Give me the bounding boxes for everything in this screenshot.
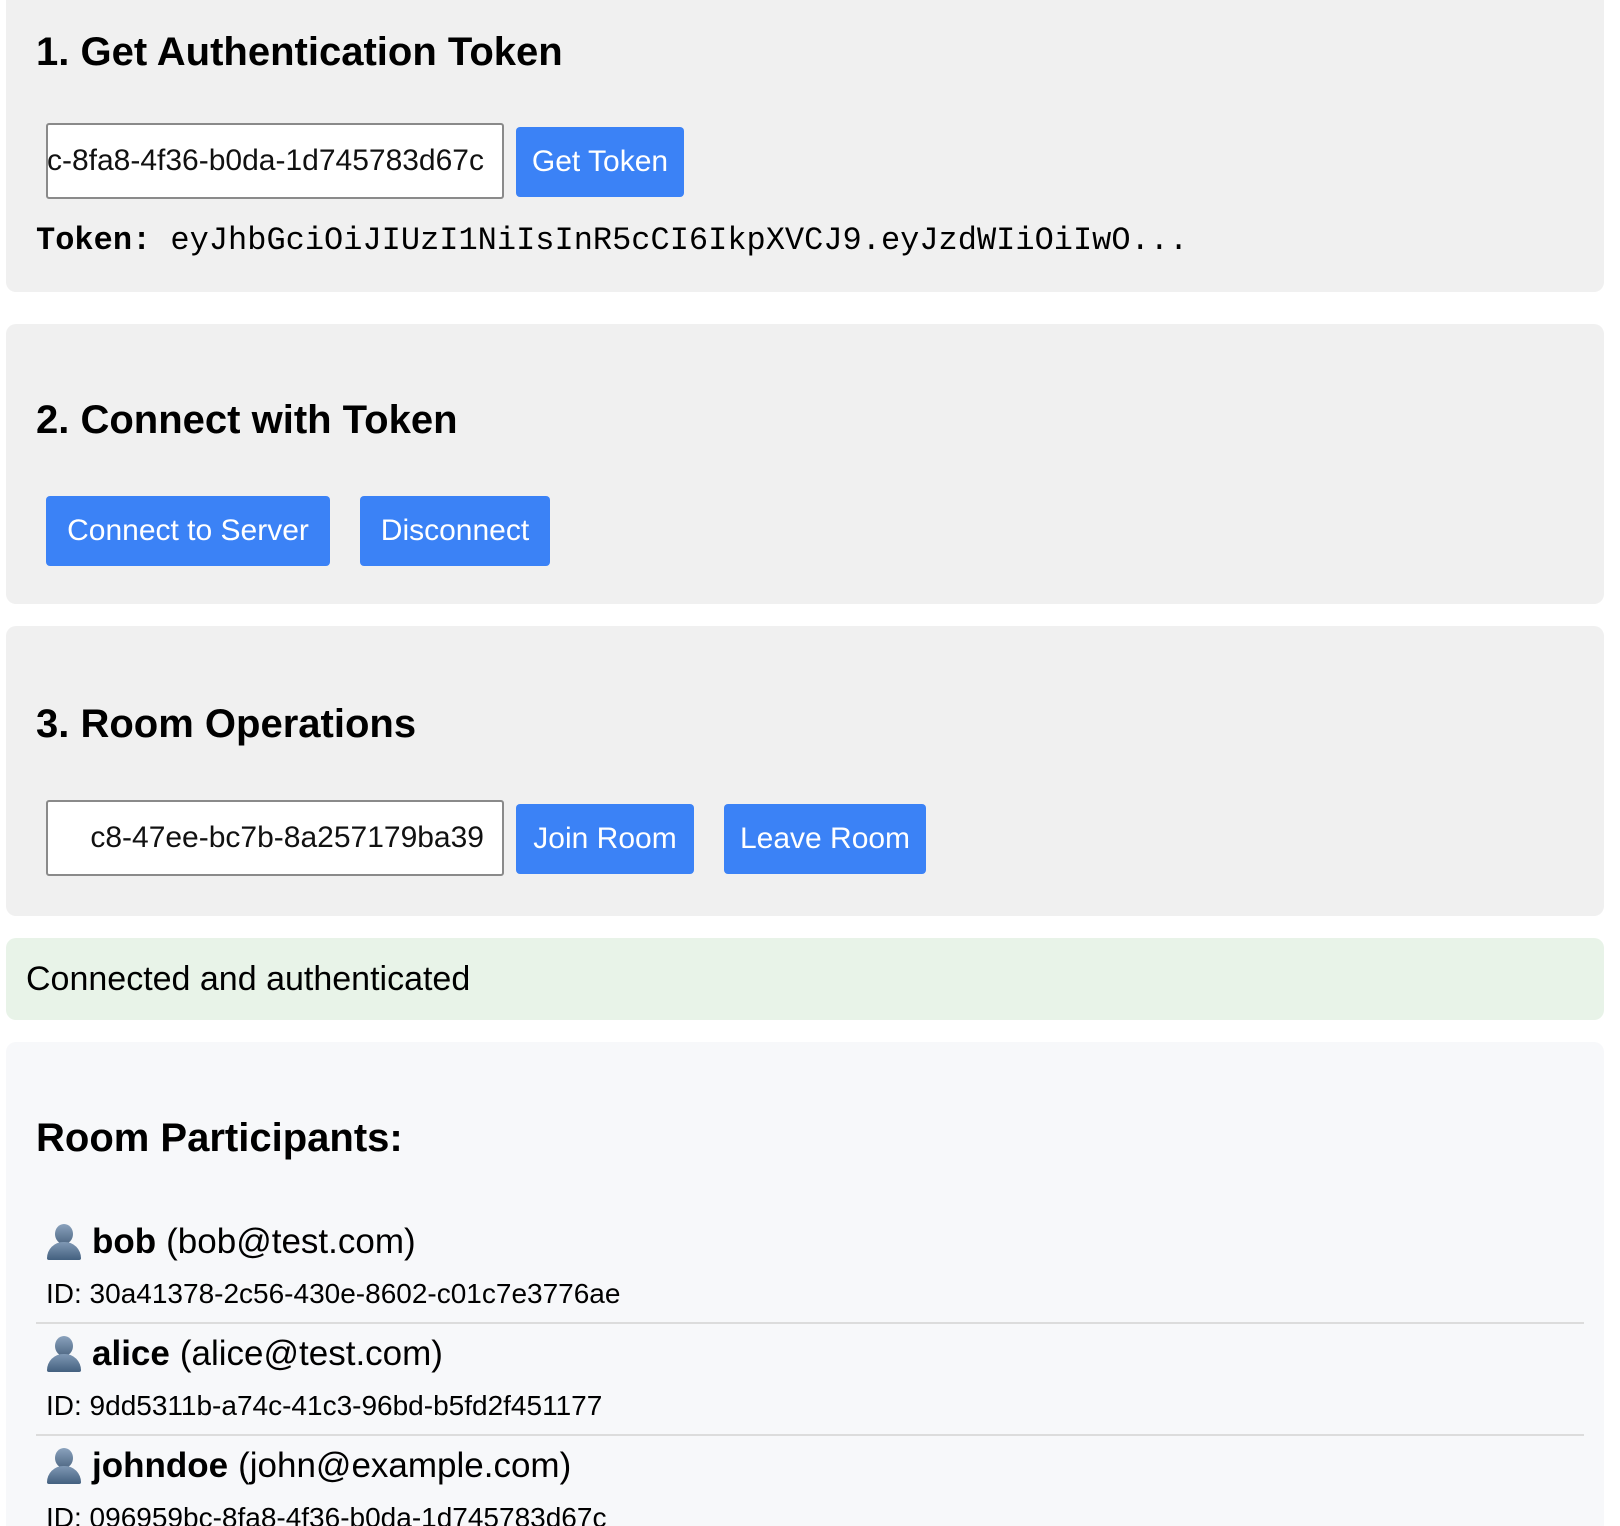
token-label: Token: <box>36 222 152 259</box>
participant-id: ID: 096959bc-8fa8-4f36-b0da-1d745783d67c <box>46 1502 607 1526</box>
participant-line: alice (alice@test.com) <box>46 1334 443 1374</box>
participant-name: bob <box>92 1222 157 1261</box>
room-operations-panel: 3. Room Operations c8-47ee-bc7b-8a257179… <box>6 626 1604 916</box>
disconnect-button[interactable]: Disconnect <box>360 496 550 566</box>
participant-item: bob (bob@test.com) ID: 30a41378-2c56-430… <box>36 1212 1584 1324</box>
user-icon <box>46 1336 82 1372</box>
participant-name: alice <box>92 1334 170 1373</box>
token-value: eyJhbGciOiJIUzI1NiIsInR5cCI6IkpXVCJ9.eyJ… <box>170 222 1189 259</box>
participant-line: johndoe (john@example.com) <box>46 1446 571 1486</box>
room-id-input[interactable]: c8-47ee-bc7b-8a257179ba39 <box>46 800 504 876</box>
participant-name: johndoe <box>92 1446 229 1485</box>
section-title-connect: 2. Connect with Token <box>36 398 458 442</box>
participants-title: Room Participants: <box>36 1116 403 1160</box>
user-id-input[interactable]: 096959bc-8fa8-4f36-b0da-1d745783d67c <box>46 123 504 199</box>
auth-token-panel: 1. Get Authentication Token 096959bc-8fa… <box>6 0 1604 292</box>
user-icon <box>46 1224 82 1260</box>
connect-panel: 2. Connect with Token Connect to Server … <box>6 324 1604 604</box>
leave-room-button[interactable]: Leave Room <box>724 804 926 874</box>
section-title-get-token: 1. Get Authentication Token <box>36 30 563 74</box>
join-room-button[interactable]: Join Room <box>516 804 694 874</box>
token-display: Token: eyJhbGciOiJIUzI1NiIsInR5cCI6IkpXV… <box>36 222 1188 259</box>
page: 1. Get Authentication Token 096959bc-8fa… <box>0 0 1620 1526</box>
participant-email: (john@example.com) <box>238 1446 572 1485</box>
participant-email: (alice@test.com) <box>179 1334 443 1373</box>
participant-line: bob (bob@test.com) <box>46 1222 416 1262</box>
participant-item: johndoe (john@example.com) ID: 096959bc-… <box>36 1436 1584 1526</box>
connect-button[interactable]: Connect to Server <box>46 496 330 566</box>
participant-id: ID: 30a41378-2c56-430e-8602-c01c7e3776ae <box>46 1278 621 1309</box>
section-title-room-operations: 3. Room Operations <box>36 702 417 746</box>
participant-email: (bob@test.com) <box>166 1222 416 1261</box>
participants-list: bob (bob@test.com) ID: 30a41378-2c56-430… <box>36 1212 1584 1526</box>
participant-item: alice (alice@test.com) ID: 9dd5311b-a74c… <box>36 1324 1584 1436</box>
user-icon <box>46 1448 82 1484</box>
participants-panel: Room Participants: bob (bob@test.com) ID… <box>6 1042 1604 1526</box>
participant-id: ID: 9dd5311b-a74c-41c3-96bd-b5fd2f451177 <box>46 1390 603 1421</box>
status-message: Connected and authenticated <box>6 938 1604 1020</box>
get-token-button[interactable]: Get Token <box>516 127 684 197</box>
